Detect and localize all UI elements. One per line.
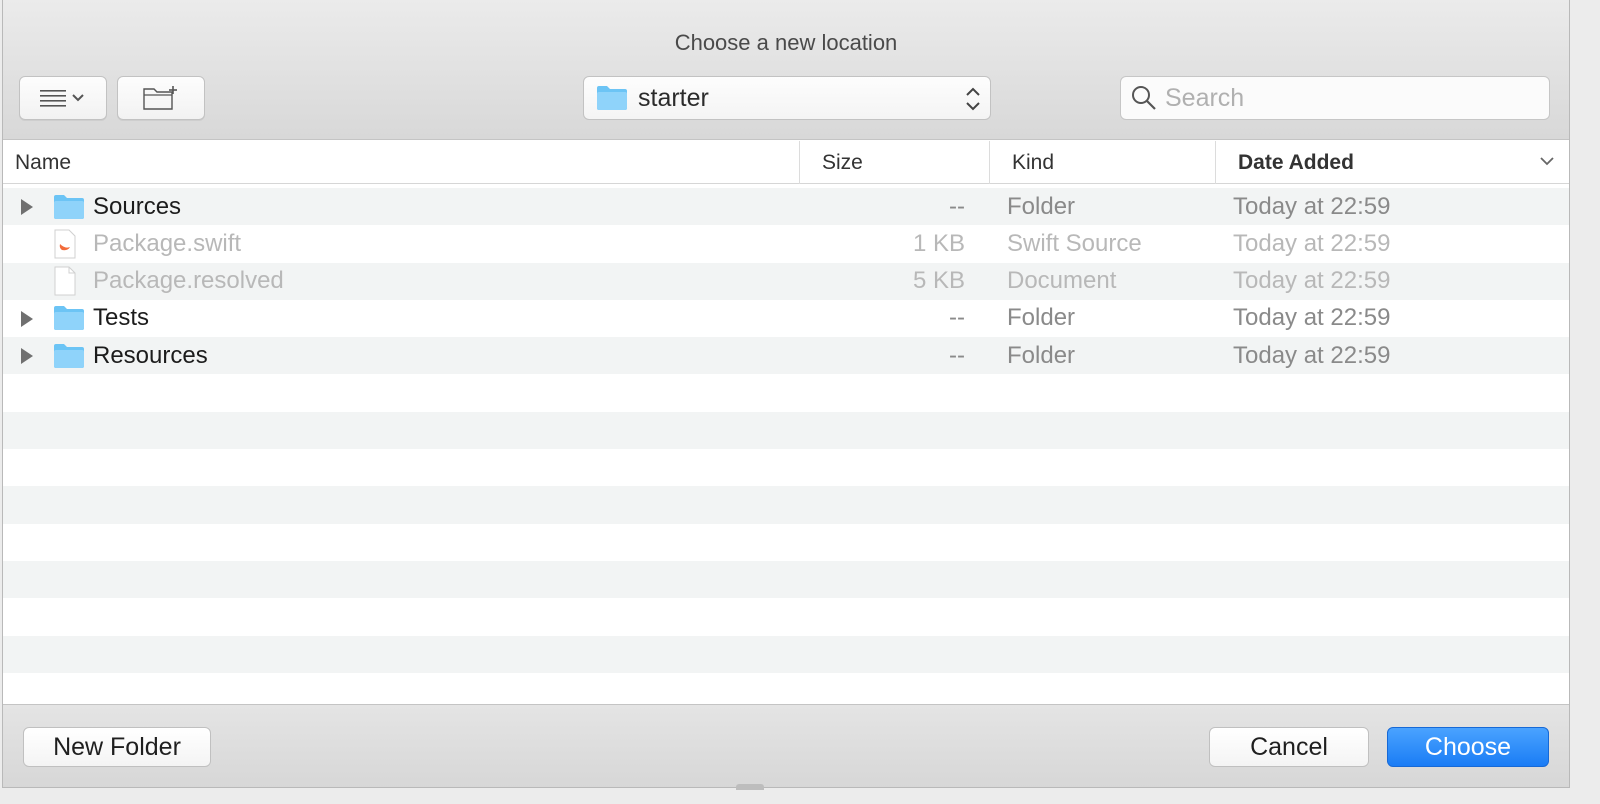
new-folder-icon [143, 86, 177, 110]
search-icon [1132, 86, 1156, 110]
column-kind[interactable]: Kind [989, 141, 1215, 184]
empty-row [3, 374, 1569, 412]
swift-file-icon [54, 229, 76, 259]
empty-row [3, 672, 1569, 704]
column-name[interactable]: Name [15, 141, 795, 184]
file-icon-cell [53, 337, 85, 374]
empty-row [3, 523, 1569, 561]
file-row[interactable]: Resources -- Folder Today at 22:59 [3, 337, 1569, 375]
empty-row [3, 411, 1569, 450]
column-date-added-label: Date Added [1238, 150, 1354, 174]
empty-row [3, 486, 1569, 524]
folder-icon [54, 194, 84, 219]
file-name: Resources [93, 341, 208, 369]
disclosure-triangle-icon[interactable] [19, 198, 35, 216]
file-row[interactable]: Tests -- Folder Today at 22:59 [3, 299, 1569, 338]
document-file-icon [54, 266, 76, 296]
file-date-added: Today at 22:59 [1233, 229, 1391, 257]
column-size[interactable]: Size [799, 141, 989, 184]
file-size: -- [949, 192, 965, 220]
file-size: -- [949, 341, 965, 369]
file-size: 1 KB [912, 229, 965, 257]
new-folder-toolbar-button[interactable] [117, 76, 205, 120]
file-date-added: Today at 22:59 [1233, 341, 1391, 369]
file-row: Package.swift 1 KB Swift Source Today at 22… [3, 225, 1569, 263]
list-view-icon [40, 90, 84, 107]
choose-button[interactable]: Choose [1387, 727, 1549, 767]
file-kind: Folder [1007, 341, 1076, 369]
new-folder-button[interactable]: New Folder [23, 727, 211, 767]
file-size: -- [949, 304, 965, 332]
folder-icon [597, 86, 627, 110]
save-location-dialog: Choose a new location starter Search Nam… [2, 0, 1570, 788]
file-size: 5 KB [912, 267, 965, 295]
file-name: Tests [93, 304, 150, 332]
disclosure-triangle-icon[interactable] [19, 310, 35, 328]
file-kind: Swift Source [1007, 229, 1142, 257]
file-kind: Folder [1007, 304, 1076, 332]
file-list: Sources -- Folder Today at 22:59 Package.swi… [3, 188, 1569, 704]
sort-chevron-down-icon [1540, 157, 1554, 166]
search-input[interactable] [1165, 83, 1545, 113]
empty-row [3, 449, 1569, 487]
file-date-added: Today at 22:59 [1233, 192, 1391, 220]
up-down-chevron-icon [966, 87, 980, 111]
file-icon-cell [53, 300, 85, 337]
dialog-title: Choose a new location [674, 30, 898, 55]
file-date-added: Today at 22:59 [1233, 304, 1391, 332]
empty-row [3, 560, 1569, 599]
view-options-button[interactable] [19, 76, 107, 120]
search-field[interactable] [1120, 76, 1550, 120]
file-kind: Folder [1007, 192, 1076, 220]
empty-row [3, 635, 1569, 673]
column-header: Name Size Kind Date Added [3, 141, 1569, 184]
window-resize-handle[interactable] [736, 784, 764, 790]
file-icon-cell [53, 225, 77, 262]
disclosure-triangle-icon[interactable] [19, 347, 35, 365]
column-kind-label: Kind [1012, 150, 1055, 174]
file-row[interactable]: Sources -- Folder Today at 22:59 [3, 188, 1569, 226]
file-kind: Document [1007, 267, 1117, 295]
cancel-button[interactable]: Cancel [1209, 727, 1369, 767]
file-date-added: Today at 22:59 [1233, 267, 1391, 295]
location-popup[interactable]: starter [583, 76, 991, 120]
file-name: Sources [93, 192, 182, 220]
file-name: Package.resolved [93, 267, 284, 295]
file-icon-cell [53, 263, 77, 300]
empty-row [3, 598, 1569, 636]
file-name: Package.swift [93, 229, 242, 257]
location-popup-label: starter [638, 83, 709, 112]
file-row: Package.resolved 5 KB Document Today at 22:… [3, 262, 1569, 300]
column-size-label: Size [822, 150, 863, 174]
dialog-toolbar: Choose a new location starter Search [3, 0, 1569, 140]
folder-icon [54, 343, 84, 368]
column-date-added[interactable]: Date Added [1215, 141, 1569, 184]
folder-icon [54, 306, 84, 331]
file-icon-cell [53, 188, 85, 225]
dialog-footer: New Folder Cancel Choose [3, 704, 1569, 787]
